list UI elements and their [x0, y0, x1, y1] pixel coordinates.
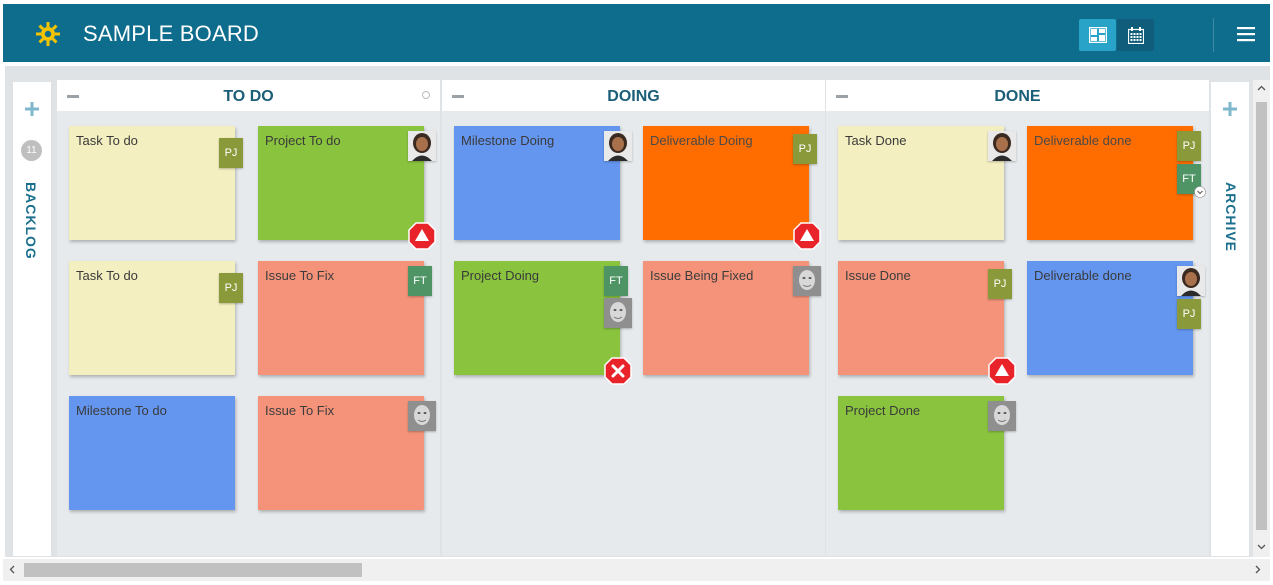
card[interactable]: Task To do PJ: [69, 126, 243, 240]
avatar: [604, 131, 632, 161]
warning-alert-icon[interactable]: [408, 222, 436, 250]
column-header: TO DO: [57, 80, 440, 111]
card[interactable]: Task To do PJ: [69, 261, 243, 375]
assignee-badge: PJ: [988, 269, 1012, 299]
board-view-button[interactable]: [1079, 19, 1116, 51]
horizontal-scrollbar[interactable]: [3, 559, 1270, 581]
board-view-icon: [1088, 27, 1107, 43]
avatar: [1177, 266, 1205, 296]
column-doing: DOING Milestone Doing Deliverable Doing …: [442, 80, 825, 556]
board-title: SAMPLE BOARD: [83, 21, 260, 46]
warning-alert-icon[interactable]: [988, 357, 1016, 385]
vertical-scrollbar[interactable]: [1253, 80, 1270, 557]
card[interactable]: Project To do: [258, 126, 436, 250]
assignee-badge: PJ: [219, 138, 243, 168]
archive-label[interactable]: ARCHIVE: [1223, 182, 1239, 252]
avatar: [408, 131, 436, 161]
card-title: Task To do: [76, 268, 138, 283]
card-title: Milestone To do: [76, 403, 167, 418]
calendar-icon: [1127, 26, 1144, 44]
card[interactable]: Issue Being Fixed: [643, 261, 821, 375]
scroll-up-icon[interactable]: [1257, 84, 1266, 93]
assignee-badge: PJ: [793, 134, 817, 164]
card[interactable]: Project Doing FT: [454, 261, 632, 385]
card[interactable]: Issue To Fix FT: [258, 261, 432, 375]
avatar: [793, 266, 821, 296]
add-to-archive-icon[interactable]: [1223, 102, 1237, 116]
card[interactable]: Deliverable done PJ FT: [1027, 126, 1206, 240]
scrollbar-thumb[interactable]: [1256, 102, 1267, 530]
avatar: [408, 401, 436, 431]
card-title: Issue To Fix: [265, 268, 335, 283]
column-title: DOING: [607, 88, 660, 105]
card-title: Deliverable done: [1034, 133, 1132, 148]
kanban-app: SAMPLE BOARD 11 BACKLOG TO DO Task To do…: [0, 0, 1273, 585]
assignee-badge: FT: [604, 266, 628, 296]
card-title: Task To do: [76, 133, 138, 148]
card-title: Deliverable Doing: [650, 133, 753, 148]
add-to-backlog-icon[interactable]: [25, 102, 39, 116]
scrollbar-thumb[interactable]: [24, 563, 362, 577]
column-todo: TO DO Task To do PJ Project To do Task T…: [57, 80, 440, 556]
backlog-panel[interactable]: 11 BACKLOG: [13, 82, 51, 556]
gear-icon[interactable]: [35, 21, 61, 47]
column-options-icon[interactable]: [422, 91, 430, 99]
scroll-down-icon[interactable]: [1257, 542, 1266, 551]
card[interactable]: Task Done: [838, 126, 1016, 240]
assignee-badge: FT: [408, 266, 432, 296]
card-title: Issue Done: [845, 268, 911, 283]
card[interactable]: Project Done: [838, 396, 1016, 510]
card[interactable]: Issue To Fix: [258, 396, 436, 510]
chevron-down-icon[interactable]: [1194, 186, 1206, 198]
card[interactable]: Deliverable Doing PJ: [643, 126, 821, 250]
backlog-count-badge: 11: [21, 140, 42, 161]
scroll-left-icon[interactable]: [8, 565, 17, 574]
avatar: [988, 131, 1016, 161]
warning-alert-icon[interactable]: [793, 222, 821, 250]
avatar: [604, 298, 632, 328]
card-title: Project Doing: [461, 268, 540, 283]
archive-panel[interactable]: ARCHIVE: [1211, 82, 1249, 556]
card[interactable]: Deliverable done PJ: [1027, 261, 1205, 375]
card-title: Project To do: [265, 133, 341, 148]
scroll-right-icon[interactable]: [1253, 565, 1262, 574]
card-title: Milestone Doing: [461, 133, 555, 148]
column-done: DONE Task Done Deliverable done PJ FT Is…: [826, 80, 1209, 556]
card-title: Issue To Fix: [265, 403, 335, 418]
card[interactable]: Milestone To do: [69, 396, 235, 510]
column-title: TO DO: [223, 88, 274, 105]
column-header: DOING: [442, 80, 825, 111]
backlog-label[interactable]: BACKLOG: [23, 182, 39, 260]
card[interactable]: Issue Done PJ: [838, 261, 1016, 385]
top-bar: SAMPLE BOARD: [3, 4, 1270, 62]
calendar-view-button[interactable]: [1117, 19, 1154, 51]
card-title: Issue Being Fixed: [650, 268, 754, 283]
column-header: DONE: [826, 80, 1209, 111]
header-divider: [1213, 18, 1214, 52]
error-alert-icon[interactable]: [604, 357, 632, 385]
assignee-badge: PJ: [219, 273, 243, 303]
avatar: [988, 401, 1016, 431]
assignee-badge: PJ: [1177, 131, 1201, 161]
column-title: DONE: [994, 88, 1041, 105]
card-title: Project Done: [845, 403, 921, 418]
card[interactable]: Milestone Doing: [454, 126, 632, 240]
card-title: Deliverable done: [1034, 268, 1132, 283]
card-title: Task Done: [845, 133, 907, 148]
hamburger-menu-icon[interactable]: [1235, 23, 1257, 45]
assignee-badge: PJ: [1177, 299, 1201, 329]
